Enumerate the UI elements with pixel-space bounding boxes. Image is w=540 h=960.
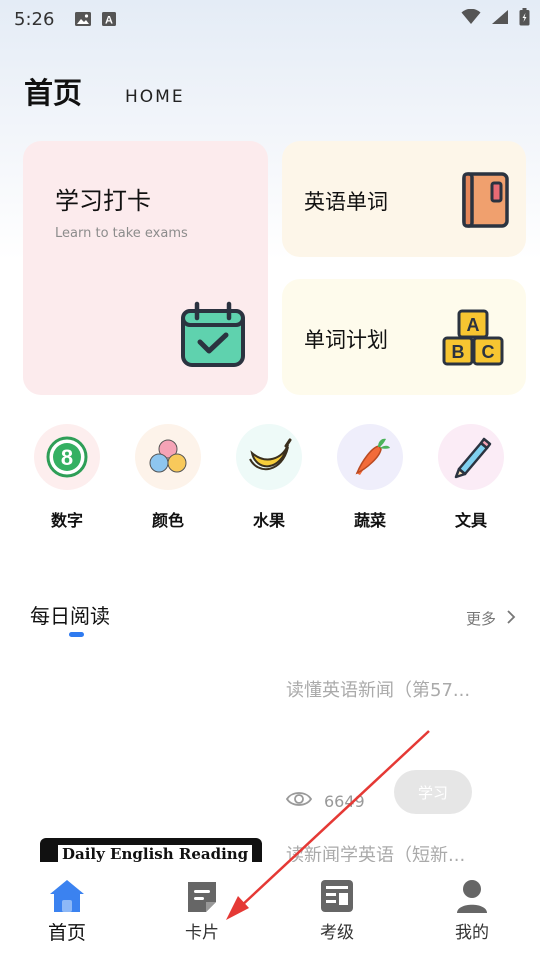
image-icon xyxy=(74,11,92,27)
tab-exam[interactable]: 考级 xyxy=(287,876,387,943)
number-eight-icon: 8 xyxy=(34,424,100,490)
checkin-subtitle: Learn to take exams xyxy=(55,226,188,241)
checkin-card[interactable]: 学习打卡 Learn to take exams xyxy=(23,141,268,395)
status-bar: 5:26 A xyxy=(0,0,540,38)
more-link[interactable]: 更多 xyxy=(466,608,516,629)
abc-blocks-icon: A B C xyxy=(442,309,506,371)
eye-icon xyxy=(285,790,313,812)
more-label: 更多 xyxy=(465,610,496,628)
thumbnail-text: Daily English Reading xyxy=(58,845,252,863)
signal-icon xyxy=(491,9,509,29)
checkin-title: 学习打卡 xyxy=(55,187,151,215)
home-icon xyxy=(17,876,117,916)
english-words-card[interactable]: 英语单词 xyxy=(282,141,526,257)
pencil-icon xyxy=(438,424,504,490)
category-stationery[interactable]: 文具 xyxy=(431,424,511,531)
font-a-icon: A xyxy=(100,11,118,27)
english-words-title: 英语单词 xyxy=(304,190,388,214)
tab-cards[interactable]: 卡片 xyxy=(152,876,252,943)
category-row: 8 数字 颜色 水果 蔬菜 文具 xyxy=(0,424,540,534)
chevron-right-icon xyxy=(506,609,516,629)
status-time: 5:26 xyxy=(14,8,55,30)
svg-text:A: A xyxy=(105,15,113,27)
category-label: 颜色 xyxy=(151,511,184,530)
carrot-icon xyxy=(337,424,403,490)
card-icon xyxy=(152,876,252,916)
svg-text:C: C xyxy=(482,342,495,362)
word-plan-title: 单词计划 xyxy=(304,328,388,352)
tab-label: 考级 xyxy=(320,923,354,943)
tab-label: 我的 xyxy=(455,923,489,943)
tab-label: 卡片 xyxy=(185,923,219,943)
exam-icon xyxy=(287,876,387,916)
daily-reading-title: 每日阅读 xyxy=(30,604,110,628)
category-label: 蔬菜 xyxy=(353,511,386,530)
word-plan-card[interactable]: 单词计划 A B C xyxy=(282,279,526,395)
page-subtitle: HOME xyxy=(125,87,185,107)
category-numbers[interactable]: 8 数字 xyxy=(27,424,107,531)
bottom-tab-bar: 首页 卡片 考级 我的 xyxy=(0,862,540,960)
view-count: 6649 xyxy=(285,790,365,812)
banana-icon xyxy=(236,424,302,490)
battery-icon xyxy=(519,8,530,30)
wifi-icon xyxy=(461,8,481,29)
tab-profile[interactable]: 我的 xyxy=(422,876,522,943)
profile-icon xyxy=(422,876,522,916)
calendar-check-icon xyxy=(179,301,247,373)
page-title: 首页 xyxy=(24,76,83,110)
svg-text:A: A xyxy=(467,315,480,335)
tab-home[interactable]: 首页 xyxy=(17,876,117,945)
svg-text:8: 8 xyxy=(61,445,73,470)
category-label: 文具 xyxy=(454,511,487,530)
study-button[interactable]: 学习 xyxy=(394,770,472,814)
category-label: 数字 xyxy=(50,511,83,530)
category-vegetables[interactable]: 蔬菜 xyxy=(330,424,410,531)
category-fruits[interactable]: 水果 xyxy=(229,424,309,531)
color-balls-icon xyxy=(135,424,201,490)
category-label: 水果 xyxy=(252,511,285,530)
view-count-value: 6649 xyxy=(324,791,365,811)
tab-label: 首页 xyxy=(47,922,86,944)
book-icon xyxy=(462,171,510,233)
article-title[interactable]: 读懂英语新闻（第57... xyxy=(286,676,470,702)
category-colors[interactable]: 颜色 xyxy=(128,424,208,531)
section-underline xyxy=(69,632,84,637)
svg-text:B: B xyxy=(452,342,465,362)
